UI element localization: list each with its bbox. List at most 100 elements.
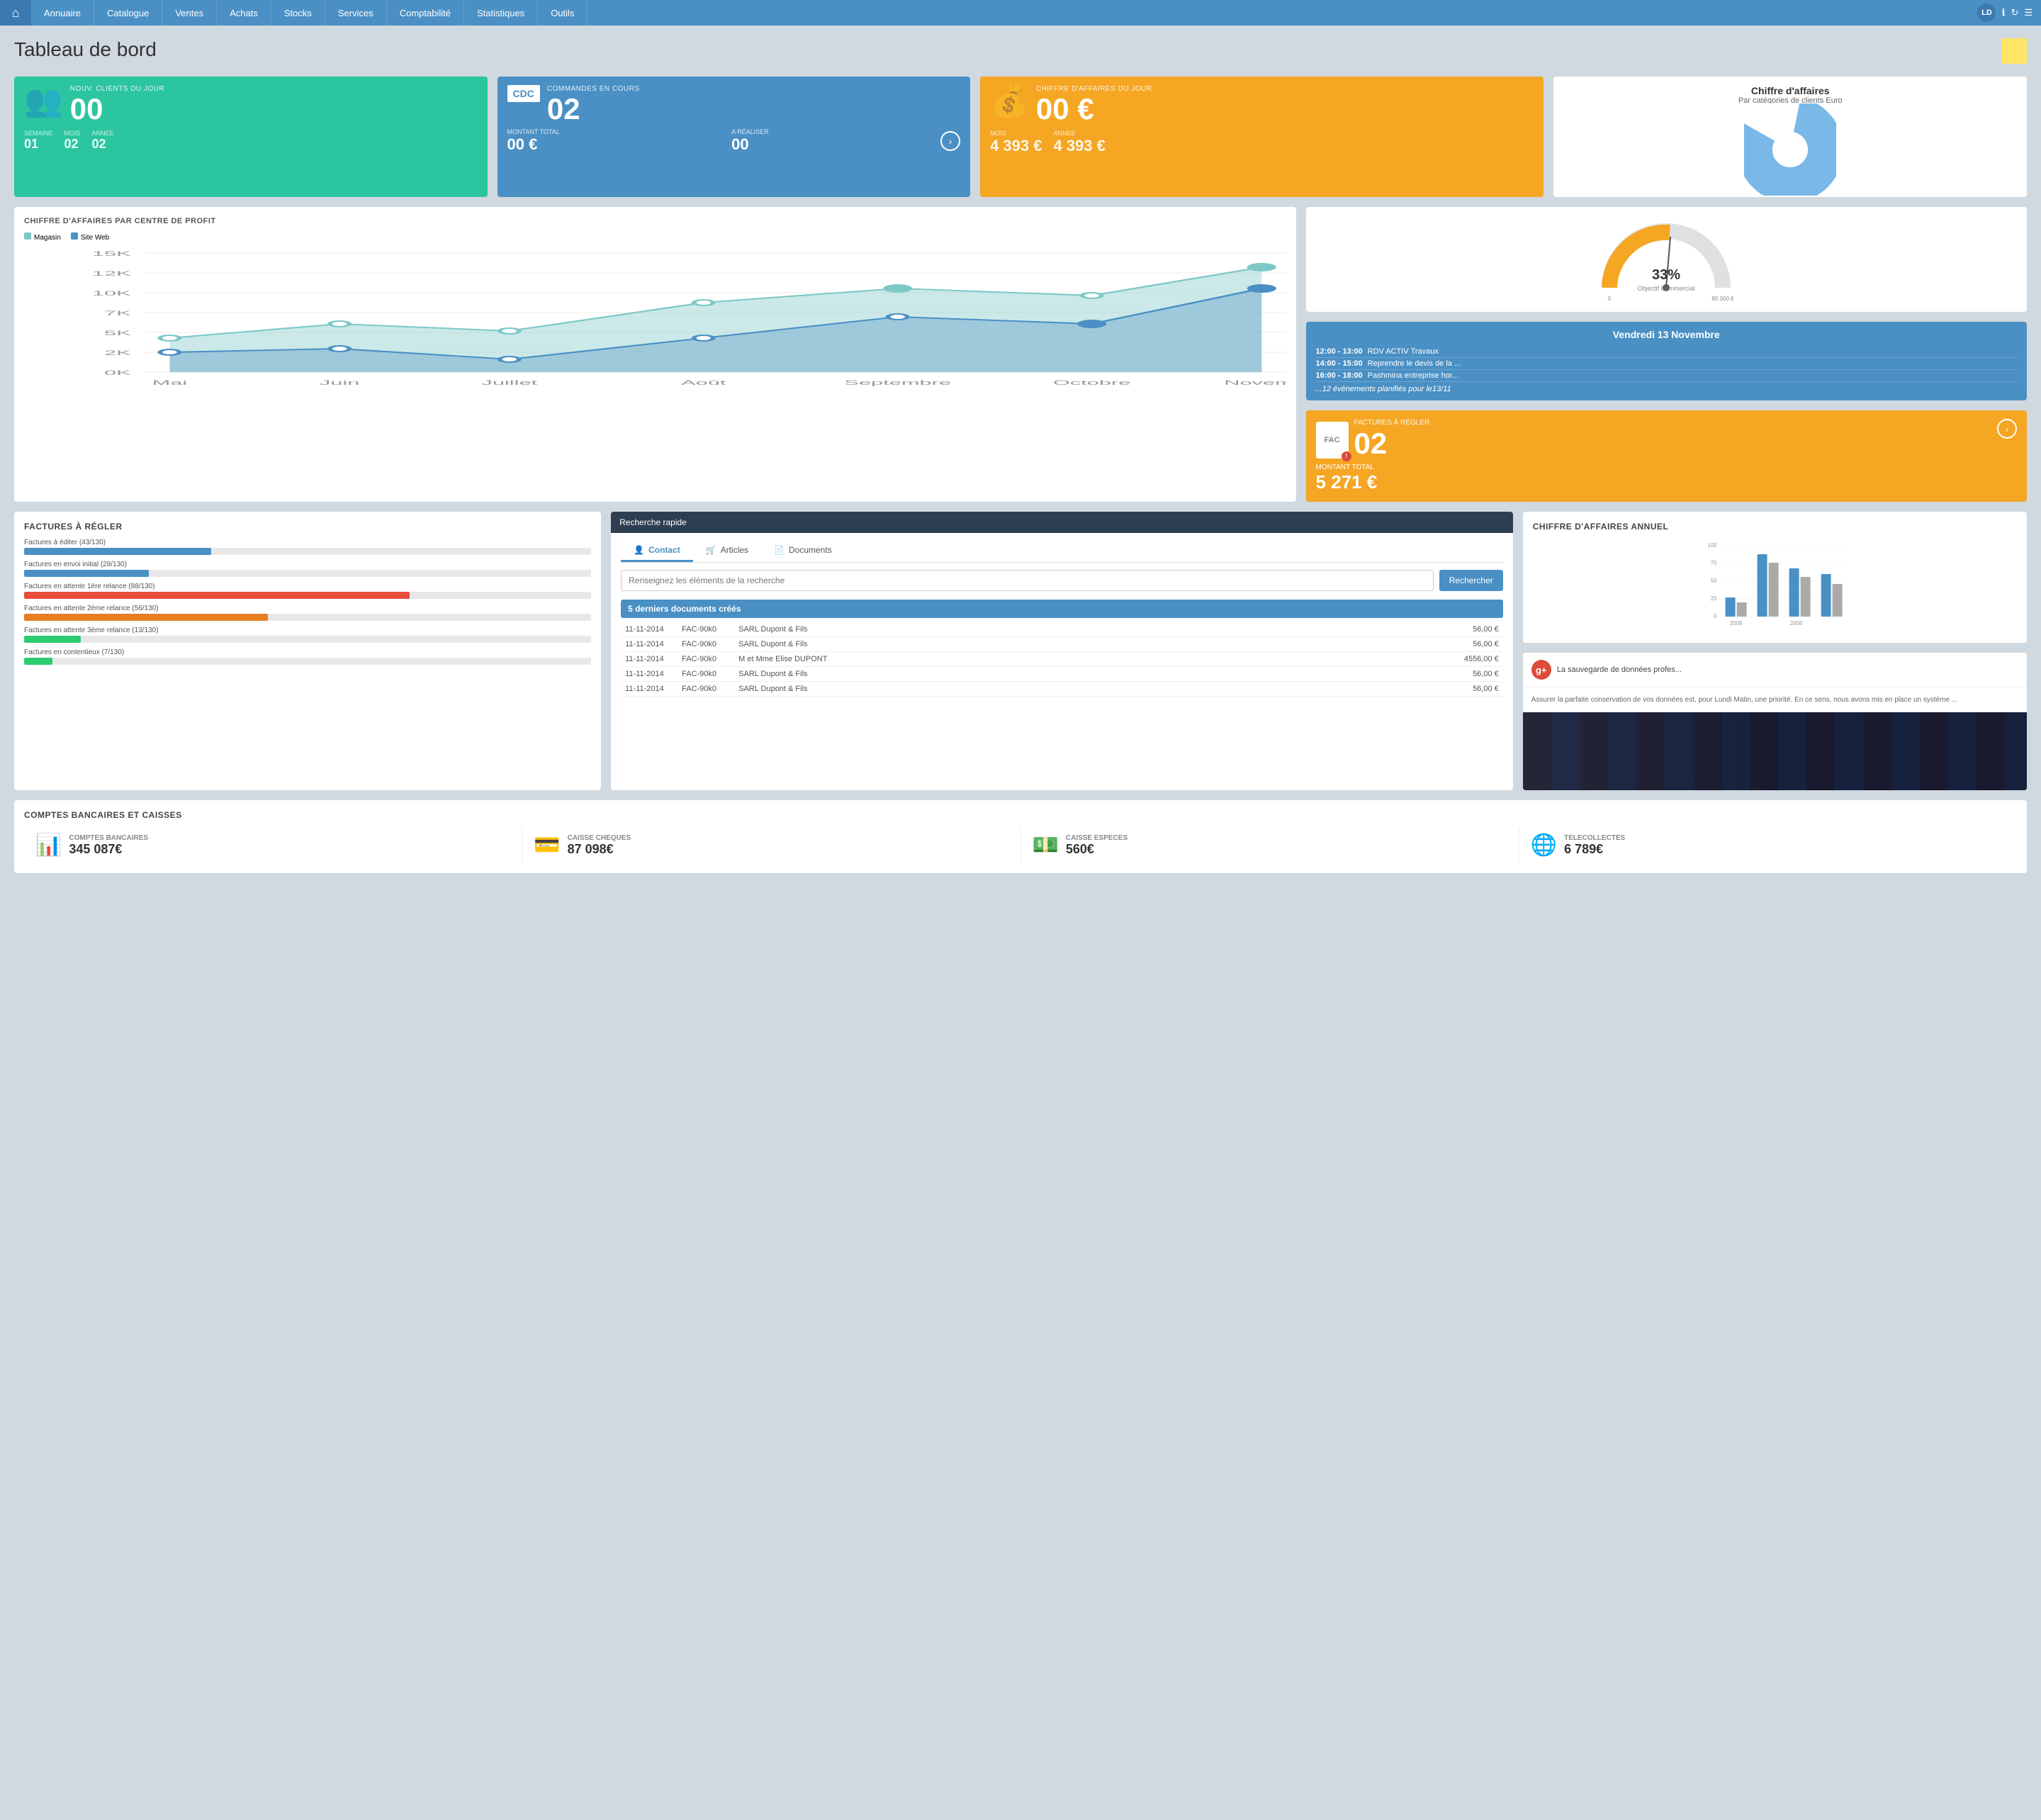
calendar-event-0: 12:00 - 13:00 RDV ACTIV Travaux	[1316, 346, 2017, 358]
nav-services[interactable]: Services	[325, 0, 387, 26]
invoice-bar-row: Factures en envoi initial (28/130)	[24, 561, 591, 577]
dashboard: 👥 NOUV. CLIENTS DU JOUR 00 SEMAINE 01 MO…	[14, 77, 2027, 873]
home-icon: ⌂	[12, 6, 20, 21]
home-button[interactable]: ⌂	[0, 0, 31, 26]
kpi-clients-card: 👥 NOUV. CLIENTS DU JOUR 00 SEMAINE 01 MO…	[14, 77, 488, 197]
svg-text:15K: 15K	[92, 250, 131, 257]
nav-stocks[interactable]: Stocks	[271, 0, 325, 26]
fac-value: 02	[1354, 427, 1430, 461]
doc-row-0: 11-11-2014 FAC-90k0 SARL Dupont & Fils 5…	[621, 622, 1503, 637]
bank-icon-especes: 💵	[1033, 833, 1059, 858]
calendar-event-1: 14:00 - 15:00 Reprendre le devis de la .…	[1316, 358, 2017, 370]
commandes-arrow-button[interactable]: ›	[940, 131, 960, 151]
svg-text:2006: 2006	[1729, 620, 1742, 627]
page-content: Tableau de bord 👥 NOUV. CLIENTS DU JOUR …	[0, 26, 2041, 886]
fac-card: FAC ! FACTURES À RÉGLER 02 MONTANT TOTAL…	[1306, 410, 2027, 502]
mid-row: CHIFFRE D'AFFAIRES PAR CENTRE DE PROFIT …	[14, 207, 2027, 502]
svg-text:100: 100	[1707, 542, 1717, 549]
bank-especes: 💵 CAISSE ESPECES 560€	[1021, 827, 1519, 863]
user-avatar[interactable]: LD	[1977, 4, 1996, 22]
kpi-a-realiser: A RÉALISER 00	[731, 128, 769, 154]
info-icon[interactable]: ℹ	[2001, 7, 2005, 18]
contact-icon: 👤	[634, 545, 644, 555]
kpi-montant-total: MONTANT TOTAL 00 €	[507, 128, 560, 154]
kpi-ca-value: 00 €	[1036, 94, 1152, 124]
news-title: La sauvegarde de données profes...	[1557, 665, 1682, 674]
annual-chart-panel: CHIFFRE D'AFFAIRES ANNUEL 100 75 50 25 0	[1523, 512, 2027, 643]
fac-arrow-button[interactable]: ›	[1997, 419, 2017, 439]
news-panel: g+ La sauvegarde de données profes... As…	[1523, 653, 2027, 790]
line-chart: 15K 12K 10K 7K 5K 2K 0K	[24, 246, 1286, 390]
svg-text:Octobre: Octobre	[1053, 379, 1131, 386]
kpi-clients-label: NOUV. CLIENTS DU JOUR	[70, 85, 164, 93]
kpi-clients-value: 00	[70, 94, 164, 124]
nav-annuaire[interactable]: Annuaire	[31, 0, 94, 26]
kpi-clients-annee: ANNEE 02	[92, 130, 114, 152]
search-button[interactable]: Rechercher	[1439, 570, 1503, 591]
tab-documents[interactable]: 📄 Documents	[761, 540, 845, 562]
news-image	[1523, 712, 2027, 790]
kpi-ca-sub: MOIS 4 393 € ANNEE 4 393 €	[990, 130, 1534, 155]
bank-items: 📊 COMPTES BANCAIRES 345 087€ 💳 CAISSE CH…	[24, 827, 2017, 863]
bank-icon-cheques: 💳	[534, 833, 560, 858]
svg-text:10K: 10K	[92, 290, 131, 297]
search-header: Recherche rapide	[611, 512, 1513, 533]
pie-title: Chiffre d'affaires	[1563, 85, 2017, 96]
svg-text:Août: Août	[681, 379, 726, 386]
nav-comptabilite[interactable]: Comptabilité	[387, 0, 464, 26]
svg-text:Juillet: Juillet	[481, 379, 538, 386]
profit-chart-panel: CHIFFRE D'AFFAIRES PAR CENTRE DE PROFIT …	[14, 207, 1296, 502]
legend-siteweb: Site Web	[71, 232, 109, 242]
nav-ventes[interactable]: Ventes	[162, 0, 217, 26]
annual-bar-chart: 100 75 50 25 0	[1533, 539, 2017, 631]
doc-icon: 📄	[774, 545, 785, 555]
tab-articles[interactable]: 🛒 Articles	[693, 540, 761, 562]
page-title: Tableau de bord	[14, 38, 157, 61]
svg-text:Objectif Commercial: Objectif Commercial	[1638, 285, 1695, 292]
fac-amount: 5 271 €	[1316, 471, 1430, 493]
gplus-icon: g+	[1531, 660, 1551, 680]
svg-text:0: 0	[1714, 613, 1717, 619]
calendar-more: ...12 évènements planifiés pour le13/11	[1316, 385, 2017, 393]
doc-row-3: 11-11-2014 FAC-90k0 SARL Dupont & Fils 5…	[621, 667, 1503, 682]
top-row: 👥 NOUV. CLIENTS DU JOUR 00 SEMAINE 01 MO…	[14, 77, 2027, 197]
documents-list: 11-11-2014 FAC-90k0 SARL Dupont & Fils 5…	[621, 622, 1503, 697]
bank-telecollectes: 🌐 TELECOLLECTES 6 789€	[1519, 827, 2017, 863]
sticky-note[interactable]	[2001, 38, 2027, 64]
legend-magasin: Magasin	[24, 232, 61, 242]
svg-text:50: 50	[1710, 578, 1716, 584]
nav-outils[interactable]: Outils	[538, 0, 587, 26]
quick-search-panel: Recherche rapide 👤 Contact 🛒 Articles 📄 …	[611, 512, 1513, 790]
bank-icon-comptes: 📊	[35, 833, 62, 858]
bank-cheques: 💳 CAISSE CHEQUES 87 098€	[522, 827, 1020, 863]
kpi-clients-sub: SEMAINE 01 MOIS 02 ANNEE 02	[24, 130, 478, 152]
factures-panel: FACTURES À RÉGLER Factures à éditer (43/…	[14, 512, 601, 790]
invoice-bar-row: Factures en attente 1ère relance (88/130…	[24, 583, 591, 599]
svg-text:Juin: Juin	[320, 379, 360, 386]
tab-contact[interactable]: 👤 Contact	[621, 540, 693, 562]
chart-legend: Magasin Site Web	[24, 232, 1286, 242]
calendar-panel: Vendredi 13 Novembre 12:00 - 13:00 RDV A…	[1306, 322, 2027, 400]
server-room-image	[1523, 712, 2027, 790]
cart-icon: 🛒	[706, 545, 716, 555]
invoice-bar-row: Factures en attente 3ème relance (13/130…	[24, 627, 591, 643]
sync-icon[interactable]: ↻	[2011, 7, 2018, 18]
svg-text:Novem.: Novem.	[1224, 379, 1286, 386]
kpi-commandes-footer: MONTANT TOTAL 00 € A RÉALISER 00 ›	[507, 128, 961, 154]
search-input[interactable]	[621, 570, 1434, 591]
nav-statistiques[interactable]: Statistiques	[464, 0, 538, 26]
nav-catalogue[interactable]: Catalogue	[94, 0, 162, 26]
nav-right: LD ℹ ↻ ☰	[1977, 4, 2041, 22]
menu-icon[interactable]: ☰	[2024, 7, 2032, 18]
doc-row-1: 11-11-2014 FAC-90k0 SARL Dupont & Fils 5…	[621, 637, 1503, 652]
svg-text:7K: 7K	[104, 310, 131, 317]
kpi-commandes-card: CDC COMMANDES EN COURS 02 MONTANT TOTAL …	[497, 77, 971, 197]
kpi-clients-mois: MOIS 02	[64, 130, 81, 152]
kpi-ca-label: CHIFFRE D'AFFAIRES DU JOUR	[1036, 85, 1152, 93]
recent-docs-header: 5 derniers documents créés	[621, 600, 1503, 618]
bottom-row: FACTURES À RÉGLER Factures à éditer (43/…	[14, 512, 2027, 790]
annual-chart-title: CHIFFRE D'AFFAIRES ANNUEL	[1533, 522, 2017, 532]
news-body: Assurer la parfaite conservation de vos …	[1523, 687, 2027, 712]
search-bar: Rechercher	[621, 570, 1503, 591]
nav-achats[interactable]: Achats	[217, 0, 271, 26]
